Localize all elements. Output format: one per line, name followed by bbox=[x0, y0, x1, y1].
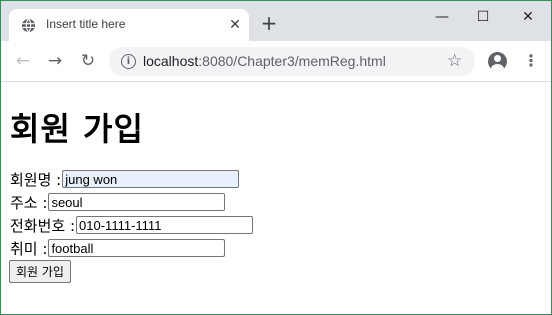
browser-window: Insert title here ✕ + — ☐ ✕ ← → ↻ i loca… bbox=[0, 0, 552, 315]
name-input[interactable] bbox=[62, 170, 240, 188]
form-row-address: 주소 : bbox=[10, 191, 226, 213]
url-host: localhost bbox=[143, 53, 199, 69]
form-row-hobby: 취미 : bbox=[10, 237, 226, 259]
page-title: 회원 가입 bbox=[10, 110, 144, 148]
hobby-input[interactable] bbox=[48, 239, 226, 257]
globe-icon bbox=[21, 18, 36, 33]
browser-tab[interactable]: Insert title here ✕ bbox=[9, 9, 249, 41]
hobby-label: 취미 : bbox=[10, 239, 48, 258]
star-icon[interactable]: ☆ bbox=[447, 51, 462, 71]
kebab-menu-icon[interactable]: ⋮ bbox=[523, 51, 539, 71]
info-icon[interactable]: i bbox=[121, 54, 136, 69]
url-path: :8080/Chapter3/memReg.html bbox=[198, 53, 386, 69]
form-row-phone: 전화번호 : bbox=[10, 214, 254, 236]
name-label: 회원명 : bbox=[10, 170, 62, 189]
phone-input[interactable] bbox=[76, 216, 254, 234]
tab-strip: Insert title here ✕ + — ☐ ✕ bbox=[1, 1, 551, 41]
account-icon[interactable] bbox=[488, 52, 507, 71]
tab-close-icon[interactable]: ✕ bbox=[227, 17, 243, 33]
page-content: 회원 가입 회원명 : 주소 : 전화번호 : 취미 : 회원 가입 bbox=[1, 82, 551, 314]
form-row-name: 회원명 : bbox=[10, 168, 240, 190]
maximize-icon[interactable]: ☐ bbox=[468, 7, 498, 27]
tab-title: Insert title here bbox=[46, 17, 126, 31]
minimize-icon[interactable]: — bbox=[427, 7, 457, 27]
address-label: 주소 : bbox=[10, 193, 48, 212]
register-button[interactable]: 회원 가입 bbox=[9, 260, 71, 283]
window-close-icon[interactable]: ✕ bbox=[513, 7, 543, 27]
back-arrow-icon[interactable]: ← bbox=[11, 49, 35, 73]
address-input[interactable] bbox=[48, 193, 226, 211]
url-text[interactable]: localhost:8080/Chapter3/memReg.html bbox=[143, 53, 386, 69]
address-bar[interactable]: i localhost:8080/Chapter3/memReg.html ☆ bbox=[109, 47, 475, 76]
new-tab-button[interactable]: + bbox=[259, 13, 279, 33]
reload-icon[interactable]: ↻ bbox=[76, 49, 100, 73]
phone-label: 전화번호 : bbox=[10, 216, 76, 235]
browser-toolbar: ← → ↻ i localhost:8080/Chapter3/memReg.h… bbox=[1, 41, 551, 82]
forward-arrow-icon[interactable]: → bbox=[43, 49, 67, 73]
